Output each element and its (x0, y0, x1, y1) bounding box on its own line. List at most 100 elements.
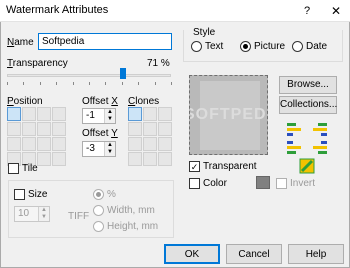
offset-y-up-icon[interactable]: ▲ (104, 142, 115, 149)
clones-cell[interactable] (143, 137, 157, 151)
invert-label: Invert (290, 178, 316, 189)
slider-tick (7, 82, 8, 85)
clones-cell[interactable] (158, 137, 172, 151)
slider-tick (56, 82, 57, 85)
slider-tick (171, 82, 172, 85)
name-input[interactable] (38, 33, 172, 50)
position-cell[interactable] (22, 137, 36, 151)
tile-label: Tile (22, 163, 38, 174)
clones-grid[interactable] (128, 107, 172, 166)
position-cell[interactable] (52, 137, 66, 151)
size-spinner[interactable]: 10 ▲ ▼ (14, 206, 50, 222)
position-cell[interactable] (37, 137, 51, 151)
watermark-preview: SOFTPEDIA (189, 75, 268, 155)
clones-cell[interactable] (158, 107, 172, 121)
height-mm-radio[interactable] (93, 221, 104, 232)
offset-x-up-icon[interactable]: ▲ (104, 109, 115, 116)
slider-tick (89, 82, 90, 85)
style-label: Style (191, 27, 218, 38)
align-bottom-right-icon[interactable] (312, 139, 328, 155)
slider-tick (73, 82, 74, 85)
offset-x-value: -1 (86, 110, 95, 121)
help-titlebar-button[interactable]: ? (296, 2, 318, 20)
cancel-button[interactable]: Cancel (226, 244, 282, 264)
browse-button[interactable]: Browse... (279, 76, 337, 94)
slider-tick (40, 82, 41, 85)
transparency-value: 71 % (147, 58, 170, 69)
align-bottom-left-icon[interactable] (286, 139, 302, 155)
transparent-label: Transparent (203, 161, 257, 172)
clones-cell[interactable] (143, 107, 157, 121)
color-checkbox[interactable] (189, 178, 200, 189)
clones-cell[interactable] (128, 122, 142, 136)
offset-y-down-icon[interactable]: ▼ (104, 149, 115, 156)
size-up-icon[interactable]: ▲ (38, 207, 49, 214)
slider-tick (138, 82, 139, 85)
percent-label: % (107, 189, 116, 200)
size-label: Size (28, 189, 48, 200)
clones-cell[interactable] (143, 152, 157, 166)
invert-checkbox[interactable] (276, 178, 287, 189)
slider-tick (155, 82, 156, 85)
clones-cell[interactable] (158, 122, 172, 136)
style-picture-label: Picture (254, 41, 286, 52)
clones-cell[interactable] (158, 152, 172, 166)
slider-tick (122, 82, 123, 85)
position-cell[interactable] (22, 122, 36, 136)
slider-ticks (7, 82, 172, 85)
slider-tick (105, 82, 106, 85)
width-mm-label: Width, mm (107, 205, 155, 216)
transparent-checkbox[interactable]: ✓ (189, 161, 200, 172)
percent-radio[interactable] (93, 189, 104, 200)
width-mm-radio[interactable] (93, 205, 104, 216)
offset-y-value: -3 (86, 143, 95, 154)
position-cell[interactable] (52, 122, 66, 136)
style-date-radio[interactable] (292, 41, 303, 52)
position-cell[interactable] (7, 122, 21, 136)
align-top-right-icon[interactable] (312, 121, 328, 137)
style-text-radio[interactable] (191, 41, 202, 52)
style-text-label: Text (205, 41, 224, 52)
align-top-left-icon[interactable] (286, 121, 302, 137)
edit-pencil-icon[interactable] (299, 158, 315, 174)
style-picture-radio[interactable] (240, 41, 251, 52)
offset-y-spinner[interactable]: -3 ▲ ▼ (82, 141, 116, 157)
size-value: 10 (18, 208, 30, 219)
height-mm-label: Height, mm (107, 221, 159, 232)
transparency-label: Transparency (7, 58, 68, 69)
clones-label: Clones (128, 96, 160, 107)
tiff-label: TIFF (68, 211, 90, 222)
position-label: Position (7, 96, 43, 107)
slider-tick (23, 82, 24, 85)
collections-button[interactable]: Collections... (279, 96, 337, 114)
position-cell[interactable] (37, 152, 51, 166)
size-down-icon[interactable]: ▼ (38, 214, 49, 221)
clones-cell[interactable] (128, 107, 142, 121)
position-cell[interactable] (7, 137, 21, 151)
preview-watermark-text: SOFTPEDIA (190, 106, 267, 123)
size-checkbox[interactable] (14, 189, 25, 200)
clones-cell[interactable] (128, 152, 142, 166)
close-button[interactable]: ✕ (325, 2, 347, 20)
offset-x-label: Offset X (82, 96, 118, 107)
offset-x-down-icon[interactable]: ▼ (104, 116, 115, 123)
position-cell[interactable] (37, 122, 51, 136)
color-swatch[interactable] (256, 176, 270, 189)
window-title: Watermark Attributes (6, 4, 109, 16)
transparency-slider-thumb[interactable] (120, 68, 127, 79)
position-cell[interactable] (22, 107, 36, 121)
transparency-slider-track[interactable] (7, 74, 171, 77)
position-cell[interactable] (37, 107, 51, 121)
position-cell[interactable] (52, 152, 66, 166)
position-cell[interactable] (7, 107, 21, 121)
ok-button[interactable]: OK (164, 244, 220, 264)
position-cell[interactable] (52, 107, 66, 121)
clones-cell[interactable] (143, 122, 157, 136)
clones-cell[interactable] (128, 137, 142, 151)
style-date-label: Date (306, 41, 328, 52)
color-label: Color (203, 178, 227, 189)
position-grid[interactable] (7, 107, 66, 166)
offset-x-spinner[interactable]: -1 ▲ ▼ (82, 108, 116, 124)
help-button[interactable]: Help (288, 244, 344, 264)
tile-checkbox[interactable] (8, 163, 19, 174)
